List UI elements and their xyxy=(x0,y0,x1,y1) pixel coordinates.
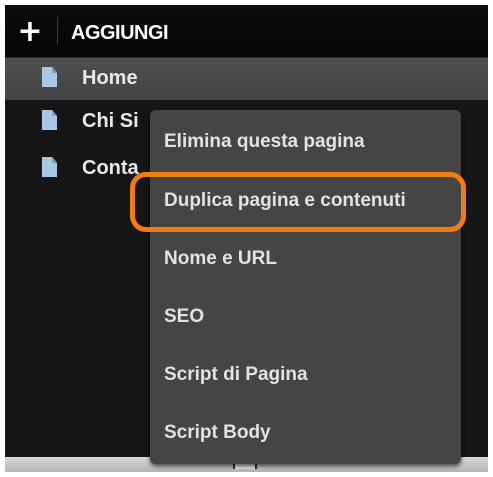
page-item-label: Chi Si xyxy=(82,110,139,132)
page-icon xyxy=(42,67,57,87)
page-context-menu: Elimina questa pagina Duplica pagina e c… xyxy=(150,110,461,464)
menu-item-name-url[interactable]: Nome e URL xyxy=(150,230,461,288)
menu-item-page-script[interactable]: Script di Pagina xyxy=(150,346,461,404)
add-page-button[interactable]: + xyxy=(5,5,55,57)
menu-item-duplicate-page[interactable]: Duplica pagina e contenuti xyxy=(150,172,461,230)
add-label[interactable]: AGGIUNGI xyxy=(71,5,169,57)
page-icon xyxy=(42,110,57,130)
page-item-home[interactable]: Home xyxy=(5,58,488,100)
header-divider xyxy=(57,17,58,45)
panel-header: + AGGIUNGI xyxy=(5,5,488,58)
menu-item-seo[interactable]: SEO xyxy=(150,288,461,346)
menu-item-delete-page[interactable]: Elimina questa pagina xyxy=(150,113,461,171)
menu-item-body-script[interactable]: Script Body xyxy=(150,404,461,462)
plus-icon: + xyxy=(17,13,43,49)
page-item-label: Home xyxy=(82,67,138,89)
page-item-label: Conta xyxy=(82,157,139,179)
page-icon xyxy=(42,157,57,177)
